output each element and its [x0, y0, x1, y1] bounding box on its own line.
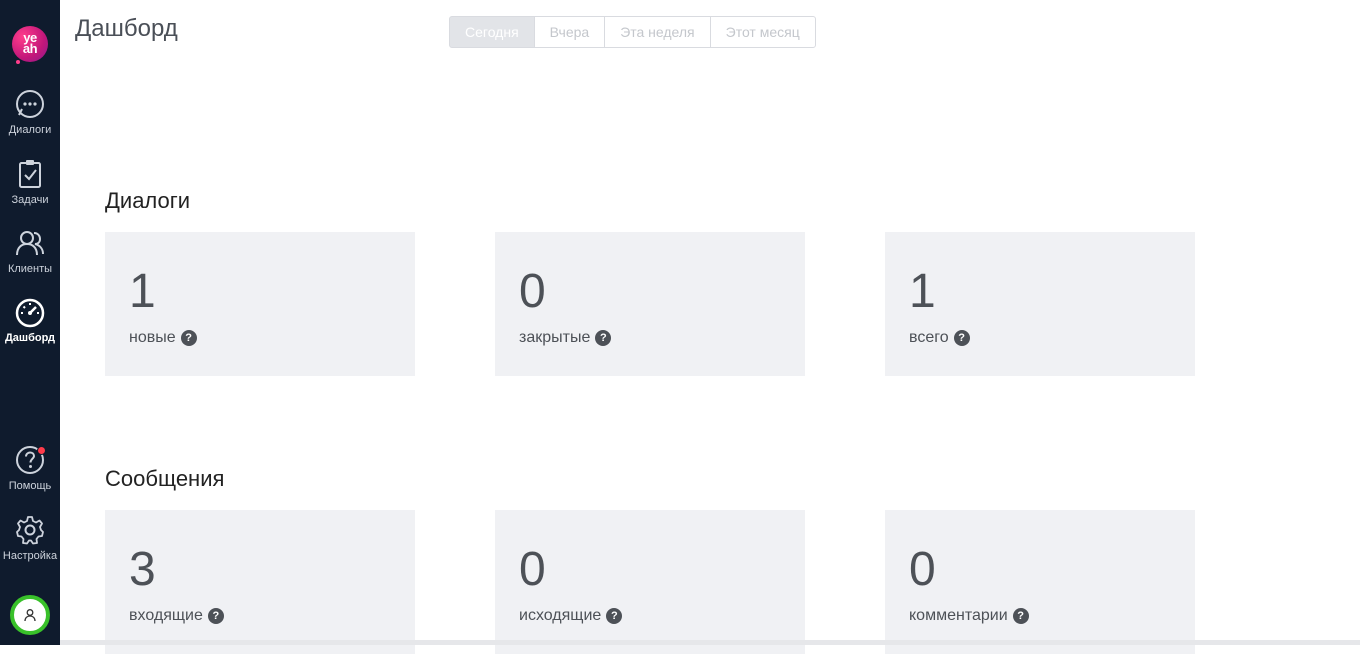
stat-label-text: входящие — [129, 607, 203, 624]
sidebar-item-label: Задачи — [11, 194, 49, 206]
sidebar: ye ah Диалоги Задачи Клиенты Дашборд Помо… — [0, 0, 60, 645]
period-today-button[interactable]: Сегодня — [449, 16, 535, 48]
stat-value: 0 — [519, 543, 546, 596]
stat-value: 3 — [129, 543, 156, 596]
user-avatar[interactable] — [10, 595, 50, 635]
chat-bubble-icon — [0, 88, 60, 120]
question-icon[interactable]: ? — [180, 330, 197, 346]
stat-value: 1 — [129, 265, 156, 318]
stat-card-new: 1 новые ? — [105, 232, 415, 376]
sidebar-item-help[interactable]: Помощь — [0, 444, 60, 492]
stat-card-outgoing: 0 исходящие ? — [495, 510, 805, 654]
sidebar-item-label: Дашборд — [4, 332, 56, 344]
stat-value: 0 — [519, 265, 546, 318]
stat-value: 1 — [909, 265, 936, 318]
clipboard-check-icon — [0, 158, 60, 190]
period-yesterday-button[interactable]: Вчера — [533, 16, 606, 48]
stat-label: всего ? — [909, 329, 970, 347]
stat-card-total: 1 всего ? — [885, 232, 1195, 376]
section-title-messages: Сообщения — [105, 466, 225, 491]
stat-card-incoming: 3 входящие ? — [105, 510, 415, 654]
logo-dot — [16, 60, 20, 64]
question-icon[interactable]: ? — [953, 330, 970, 346]
stat-card-comments: 0 комментарии ? — [885, 510, 1195, 654]
stat-label-text: закрытые — [519, 329, 591, 346]
page-title: Дашборд — [75, 15, 178, 42]
user-icon — [24, 609, 36, 622]
sidebar-item-label: Клиенты — [7, 263, 53, 275]
question-icon[interactable]: ? — [1012, 608, 1029, 624]
speedometer-icon — [0, 296, 60, 328]
sidebar-item-clients[interactable]: Клиенты — [0, 227, 60, 275]
stat-label-text: исходящие — [519, 607, 602, 624]
stat-label-text: всего — [909, 329, 949, 346]
help-circle-icon — [0, 444, 60, 476]
sidebar-item-label: Диалоги — [8, 124, 52, 136]
question-icon[interactable]: ? — [207, 608, 224, 624]
stat-label: закрытые ? — [519, 329, 612, 347]
stat-card-closed: 0 закрытые ? — [495, 232, 805, 376]
stat-label: входящие ? — [129, 607, 224, 625]
users-icon — [0, 227, 60, 259]
sidebar-item-dashboard[interactable]: Дашборд — [0, 296, 60, 344]
sidebar-item-tasks[interactable]: Задачи — [0, 158, 60, 206]
stat-value: 0 — [909, 543, 936, 596]
period-switch: Сегодня Вчера Эта неделя Этот месяц — [449, 16, 816, 48]
stat-label-text: новые — [129, 329, 176, 346]
question-icon[interactable]: ? — [595, 330, 612, 346]
question-icon[interactable]: ? — [606, 608, 623, 624]
horizontal-scrollbar[interactable] — [60, 640, 1360, 645]
sidebar-item-settings[interactable]: Настройка — [0, 514, 60, 562]
stat-label: новые ? — [129, 329, 197, 347]
section-title-dialogs: Диалоги — [105, 188, 191, 213]
stat-label-text: комментарии — [909, 607, 1008, 624]
stat-label: комментарии ? — [909, 607, 1029, 625]
sidebar-item-label: Помощь — [8, 480, 52, 492]
sidebar-item-label: Настройка — [2, 550, 58, 562]
stat-label: исходящие ? — [519, 607, 623, 625]
app-logo[interactable]: ye ah — [12, 26, 48, 62]
notification-badge — [37, 446, 46, 455]
sidebar-item-dialogs[interactable]: Диалоги — [0, 88, 60, 136]
period-this-month-button[interactable]: Этот месяц — [709, 16, 816, 48]
period-this-week-button[interactable]: Эта неделя — [604, 16, 711, 48]
gear-icon — [0, 514, 60, 546]
